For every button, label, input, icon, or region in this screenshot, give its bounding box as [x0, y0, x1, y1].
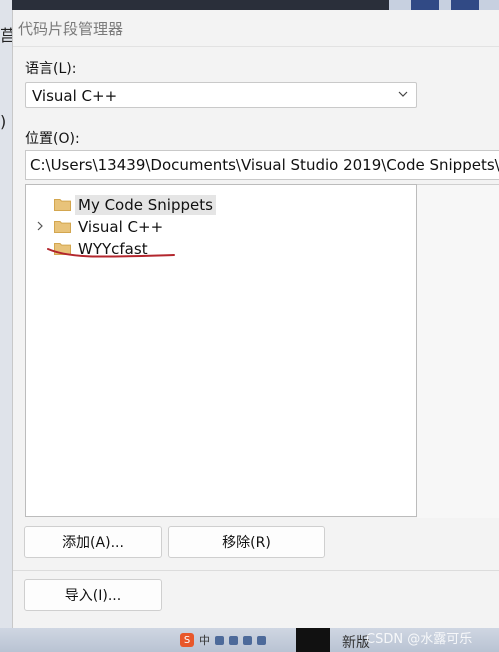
ime-mode-indicator[interactable]: 中 [199, 632, 210, 648]
tree-item-label: Visual C++ [78, 218, 164, 236]
snippet-folder-tree[interactable]: My Code Snippets Visual C++ WYYcfast [25, 184, 417, 517]
red-annotation-underline [47, 248, 175, 258]
title-bar[interactable]: 代码片段管理器 [13, 10, 499, 47]
folder-icon [54, 199, 71, 211]
sogou-icon[interactable]: S [180, 633, 194, 647]
chevron-down-icon [398, 91, 408, 97]
location-path-field[interactable]: C:\Users\13439\Documents\Visual Studio 2… [25, 150, 499, 180]
screen: 莒 ) 代码片段管理器 语言(L): Visual C++ 位置(O): C:\… [0, 0, 499, 652]
code-snippets-manager-dialog: 代码片段管理器 语言(L): Visual C++ 位置(O): C:\User… [12, 10, 499, 628]
background-text-fragment-2: ) [0, 112, 7, 131]
tree-item-label: My Code Snippets [75, 195, 216, 215]
dialog-title: 代码片段管理器 [18, 20, 124, 38]
ime-punctuation-icon[interactable] [215, 635, 224, 645]
location-path-value: C:\Users\13439\Documents\Visual Studio 2… [30, 156, 499, 174]
skin-icon[interactable] [257, 635, 266, 645]
microphone-icon[interactable] [229, 635, 238, 645]
language-select[interactable]: Visual C++ [25, 82, 417, 108]
background-window-left [0, 0, 12, 652]
chevron-right-icon[interactable] [34, 220, 46, 232]
snippet-description-panel [417, 184, 499, 518]
language-select-value: Visual C++ [32, 87, 118, 105]
location-label: 位置(O): [25, 131, 80, 147]
import-button[interactable]: 导入(I)... [24, 579, 162, 611]
ime-toolbar[interactable]: S 中 [180, 632, 266, 648]
tree-item-visual-cpp[interactable]: Visual C++ [26, 216, 416, 238]
folder-icon [54, 221, 71, 233]
language-label: 语言(L): [25, 61, 77, 77]
remove-button[interactable]: 移除(R) [168, 526, 325, 558]
divider [13, 570, 499, 571]
taskbar-app-icon[interactable] [296, 628, 330, 652]
watermark-text: CSDN @水露可乐 [366, 632, 473, 647]
keyboard-icon[interactable] [243, 635, 252, 645]
add-button[interactable]: 添加(A)... [24, 526, 162, 558]
tree-item-my-code-snippets[interactable]: My Code Snippets [26, 194, 416, 216]
